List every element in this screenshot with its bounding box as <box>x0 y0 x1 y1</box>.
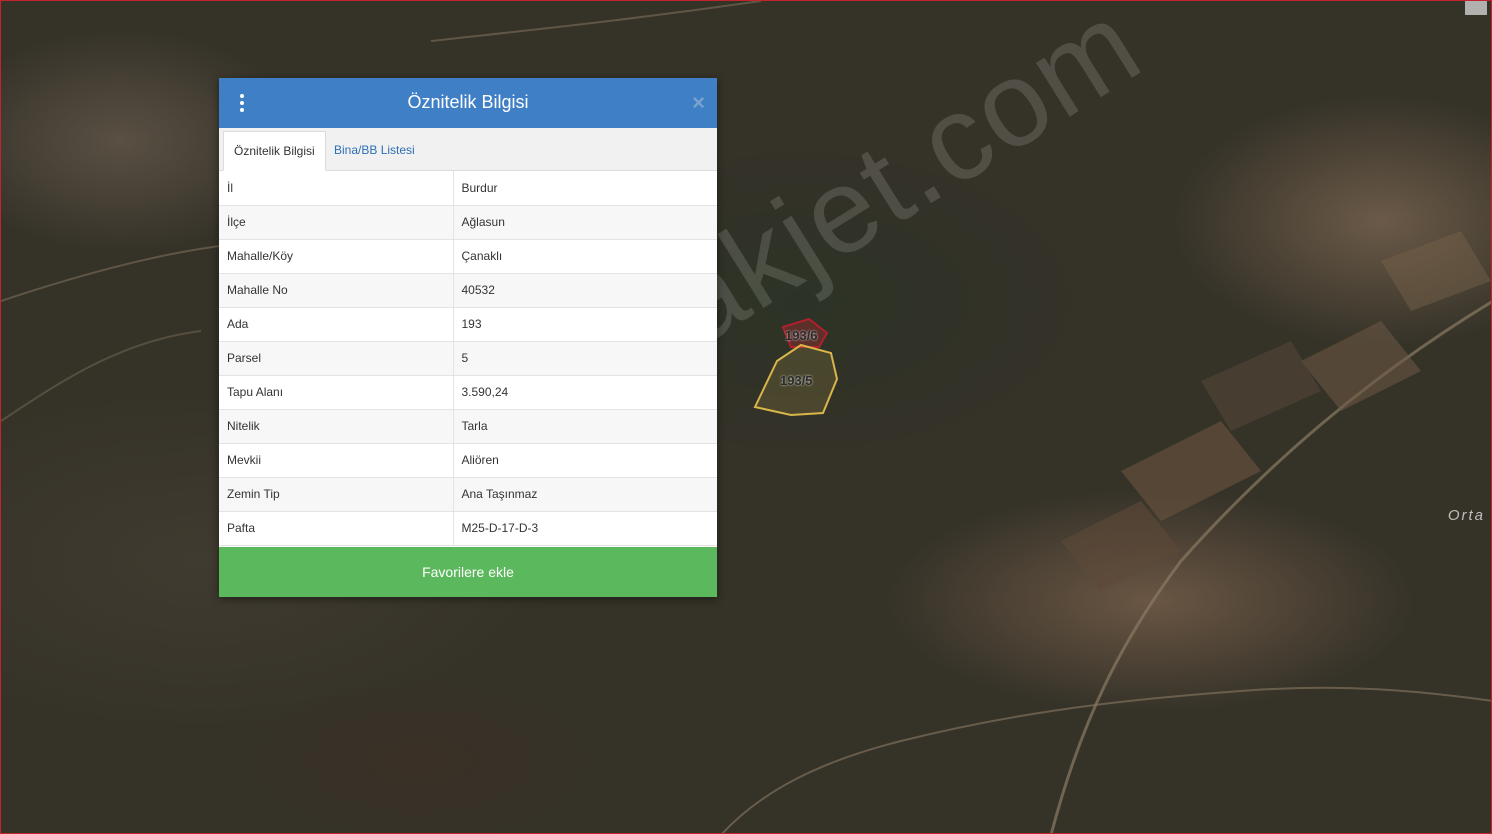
table-row: Mahalle No 40532 <box>219 273 717 308</box>
row-key: Zemin Tip <box>219 477 454 512</box>
row-key: Nitelik <box>219 409 454 444</box>
track <box>430 1 762 42</box>
popup-header: Öznitelik Bilgisi × <box>219 78 717 128</box>
row-key: Mevkii <box>219 443 454 478</box>
row-value: Aliören <box>453 443 717 478</box>
row-key: Mahalle No <box>219 273 454 308</box>
row-value: 5 <box>453 341 717 376</box>
row-value: 3.590,24 <box>453 375 717 410</box>
row-key: İlçe <box>219 205 454 240</box>
table-row: Pafta M25-D-17-D-3 <box>219 511 717 546</box>
row-value: M25-D-17-D-3 <box>453 511 717 546</box>
table-row: Ada 193 <box>219 307 717 342</box>
place-label: Orta <box>1447 507 1485 524</box>
row-value: Çanaklı <box>453 239 717 274</box>
table-row: Mevkii Aliören <box>219 443 717 478</box>
field <box>1201 341 1321 431</box>
table-row: Zemin Tip Ana Taşınmaz <box>219 477 717 512</box>
table-row: Parsel 5 <box>219 341 717 376</box>
tab-building-list[interactable]: Bina/BB Listesi <box>324 131 425 169</box>
tab-attribute-info[interactable]: Öznitelik Bilgisi <box>223 131 326 171</box>
row-value: 193 <box>453 307 717 342</box>
attribute-table: İl Burdur İlçe Ağlasun Mahalle/Köy Çanak… <box>219 171 717 546</box>
close-icon[interactable]: × <box>692 90 705 116</box>
parcel-label-193-6: 193/6 <box>785 328 818 343</box>
attribute-info-popup: Öznitelik Bilgisi × Öznitelik Bilgisi Bi… <box>219 78 717 597</box>
tab-bar: Öznitelik Bilgisi Bina/BB Listesi <box>219 128 717 171</box>
row-value: 40532 <box>453 273 717 308</box>
row-key: Ada <box>219 307 454 342</box>
row-key: Tapu Alanı <box>219 375 454 410</box>
table-row: Tapu Alanı 3.590,24 <box>219 375 717 410</box>
row-value: Ana Taşınmaz <box>453 477 717 512</box>
field <box>1301 321 1421 411</box>
road <box>721 686 1491 833</box>
map-control[interactable] <box>1465 1 1487 15</box>
row-value: Burdur <box>453 171 717 206</box>
row-key: Mahalle/Köy <box>219 239 454 274</box>
table-row: Mahalle/Köy Çanaklı <box>219 239 717 274</box>
add-to-favorites-button[interactable]: Favorilere ekle <box>219 547 717 597</box>
row-value: Tarla <box>453 409 717 444</box>
table-row: İlçe Ağlasun <box>219 205 717 240</box>
table-row: Nitelik Tarla <box>219 409 717 444</box>
table-row: İl Burdur <box>219 171 717 206</box>
popup-title: Öznitelik Bilgisi <box>407 92 529 112</box>
row-key: İl <box>219 171 454 206</box>
row-key: Pafta <box>219 511 454 546</box>
field <box>1381 231 1491 311</box>
row-key: Parsel <box>219 341 454 376</box>
parcel-label-193-5: 193/5 <box>780 373 813 388</box>
track <box>1 330 202 422</box>
row-value: Ağlasun <box>453 205 717 240</box>
